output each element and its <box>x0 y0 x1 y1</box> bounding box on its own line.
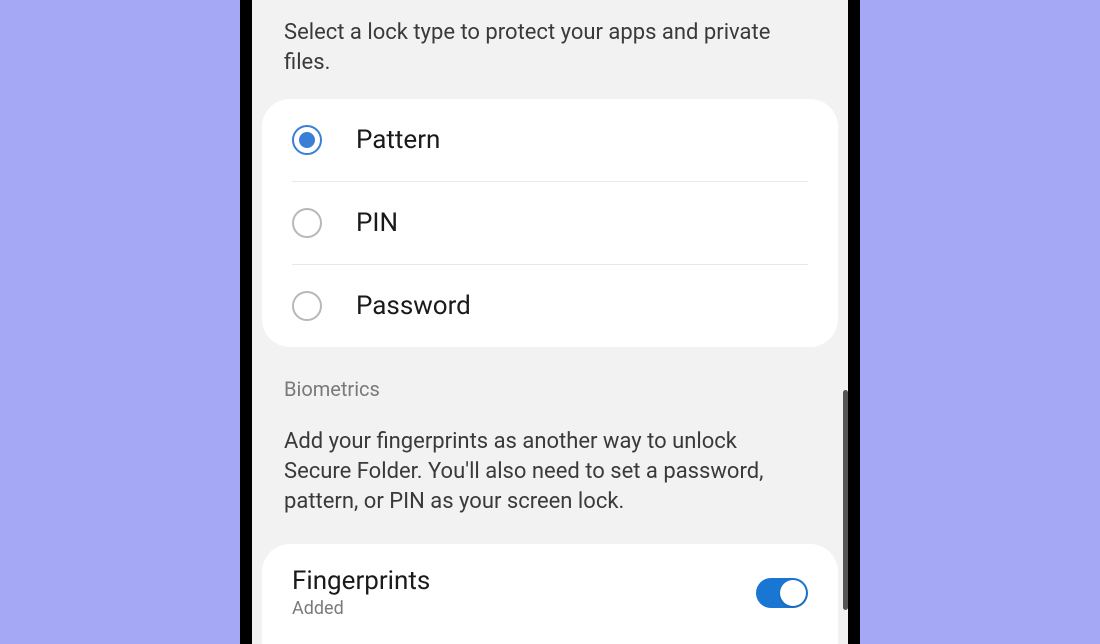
toggle-knob-icon <box>780 580 806 606</box>
lock-type-card: Pattern PIN Password <box>262 99 838 347</box>
biometrics-header: Biometrics <box>252 347 848 409</box>
fingerprints-status: Added <box>292 598 430 619</box>
settings-screen: Select a lock type to protect your apps … <box>252 0 848 644</box>
biometrics-description: Add your fingerprints as another way to … <box>252 409 848 544</box>
radio-icon <box>292 208 322 238</box>
option-pattern[interactable]: Pattern <box>262 99 838 181</box>
fingerprints-text: Fingerprints Added <box>292 566 430 619</box>
option-password-label: Password <box>356 291 471 321</box>
radio-dot-icon <box>299 132 315 148</box>
fingerprints-title: Fingerprints <box>292 566 430 596</box>
fingerprints-toggle[interactable] <box>756 578 808 608</box>
option-pin[interactable]: PIN <box>262 182 838 264</box>
radio-icon <box>292 125 322 155</box>
fingerprints-row[interactable]: Fingerprints Added <box>262 544 838 644</box>
radio-icon <box>292 291 322 321</box>
option-pin-label: PIN <box>356 208 398 238</box>
scrollbar[interactable] <box>843 390 848 610</box>
intro-text: Select a lock type to protect your apps … <box>252 0 848 99</box>
option-pattern-label: Pattern <box>356 125 440 155</box>
option-password[interactable]: Password <box>262 265 838 347</box>
device-frame: Select a lock type to protect your apps … <box>240 0 860 644</box>
